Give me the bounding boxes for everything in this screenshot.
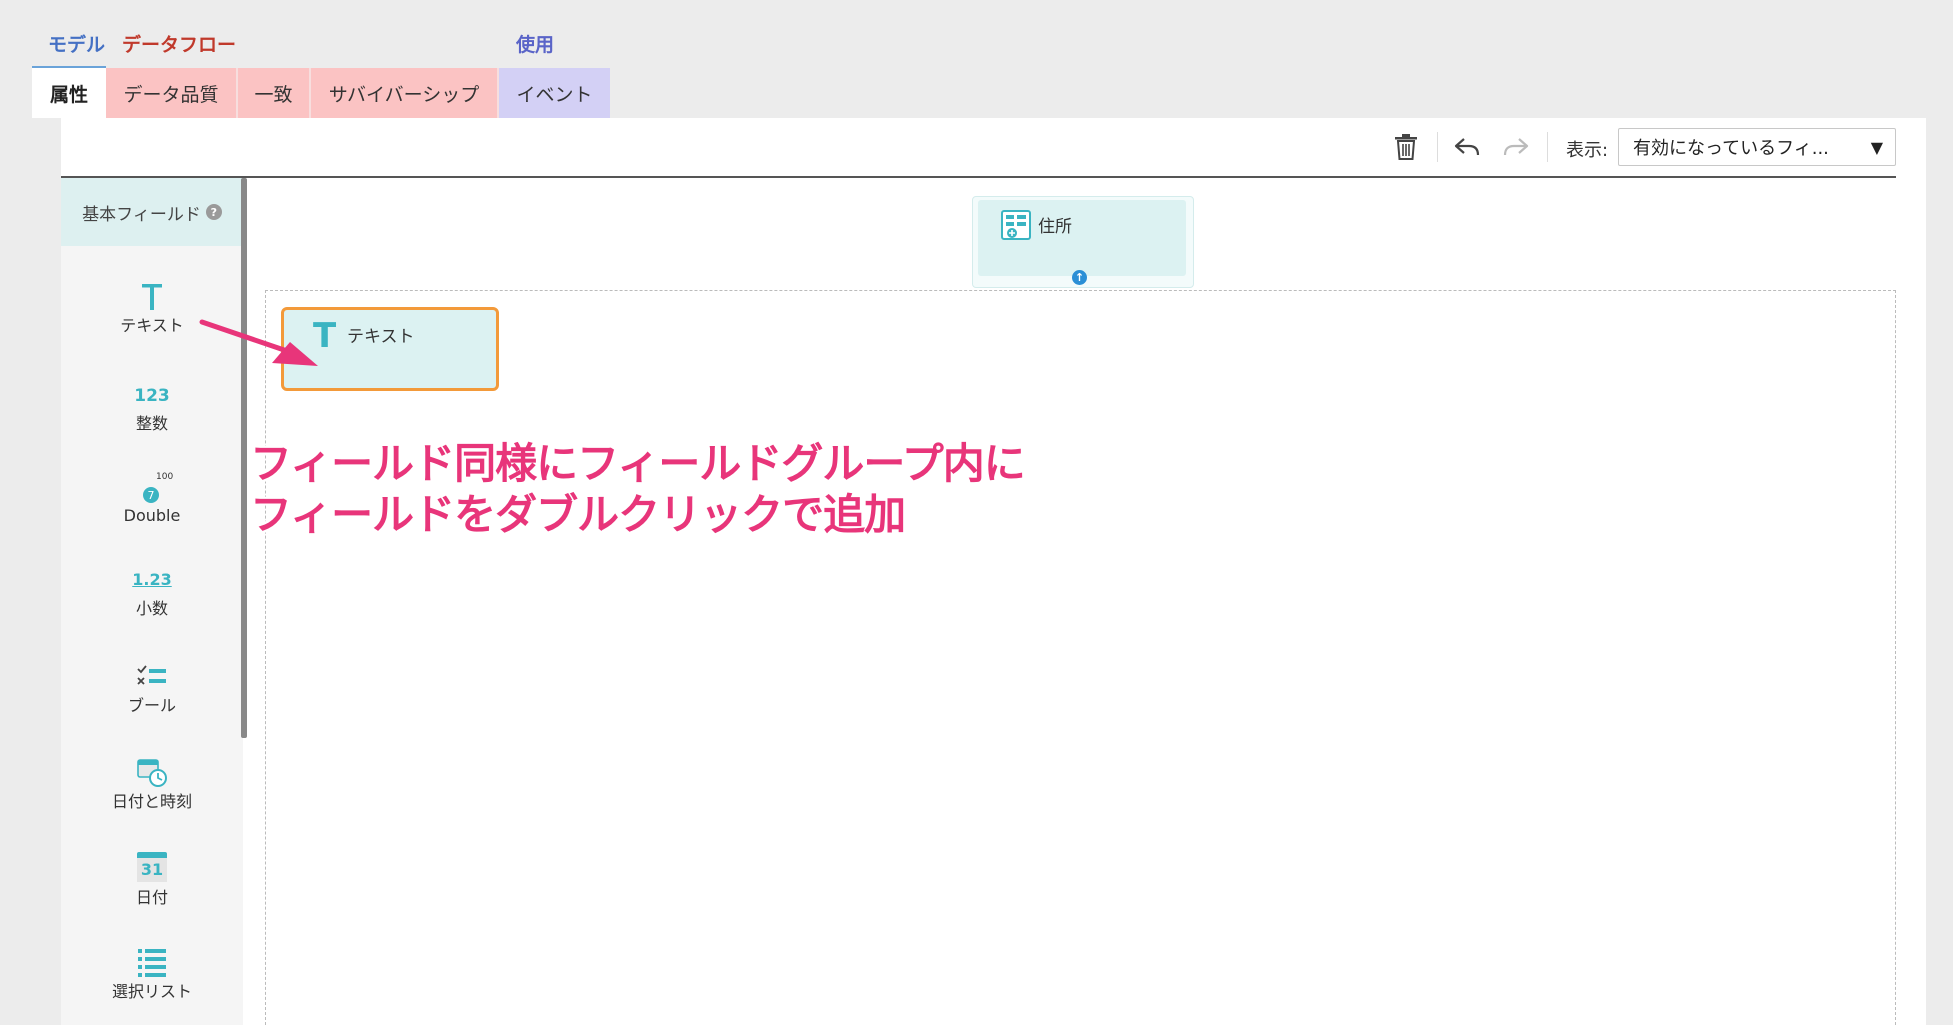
view-filter-select[interactable]: 有効になっているフィ... ▼ xyxy=(1618,128,1896,166)
palette-item-double[interactable]: 100 7 Double xyxy=(61,472,243,525)
trash-icon[interactable] xyxy=(1389,130,1423,164)
svg-text:7: 7 xyxy=(148,489,155,502)
palette-item-label: 整数 xyxy=(135,414,168,433)
annotation-arrow xyxy=(199,319,318,366)
palette-item-picklist[interactable]: 選択リスト xyxy=(61,946,243,1002)
annotation-text: フィールド同様にフィールドグループ内に フィールドをダブルクリックで追加 xyxy=(250,438,1026,540)
text-field-label: テキスト xyxy=(347,327,415,347)
decimal-type-icon: 1.23 xyxy=(132,570,172,589)
palette-item-boolean[interactable]: ブール xyxy=(61,664,243,716)
toolbar-divider xyxy=(61,176,1896,178)
annotation-line-1: フィールド同様にフィールドグループ内に xyxy=(250,439,1026,488)
tab-match[interactable]: 一致 xyxy=(238,68,311,118)
annotation-line-2: フィールドをダブルクリックで追加 xyxy=(250,490,906,539)
redo-icon[interactable] xyxy=(1499,130,1533,164)
palette-item-label: Double xyxy=(123,506,181,525)
help-icon[interactable]: ? xyxy=(205,204,222,220)
field-group-label: 住所 xyxy=(1038,217,1072,237)
text-type-icon xyxy=(142,284,162,310)
tab-events[interactable]: イベント xyxy=(499,68,610,118)
toolbar-separator xyxy=(1547,132,1548,162)
field-palette-header: 基本フィールド ? xyxy=(61,178,243,246)
datetime-icon xyxy=(137,759,167,787)
sidebar-scrollbar[interactable] xyxy=(241,178,247,738)
chevron-down-icon: ▼ xyxy=(1870,138,1883,157)
palette-item-label: 小数 xyxy=(135,599,168,618)
list-icon xyxy=(138,949,166,977)
palette-item-label: 日付と時刻 xyxy=(111,792,192,811)
palette-item-label: 日付 xyxy=(135,888,168,907)
double-type-icon: 100 7 xyxy=(61,472,243,506)
tab-survivorship[interactable]: サバイバーシップ xyxy=(311,68,499,118)
calendar-icon: 31 xyxy=(137,852,167,882)
palette-item-decimal[interactable]: 1.23 小数 xyxy=(61,570,243,619)
expand-arrow-icon[interactable]: ↑ xyxy=(1072,270,1087,285)
palette-item-label: 選択リスト xyxy=(111,982,192,1001)
category-use: 使用 xyxy=(516,34,555,56)
palette-item-datetime[interactable]: 日付と時刻 xyxy=(61,756,243,812)
category-dataflow: データフロー xyxy=(122,34,237,56)
tab-data-quality[interactable]: データ品質 xyxy=(106,68,238,118)
toolbar-separator xyxy=(1437,132,1438,162)
boolean-icon xyxy=(137,665,166,685)
view-filter-value: 有効になっているフィ... xyxy=(1633,138,1829,159)
field-group-icon xyxy=(1001,210,1031,240)
integer-type-icon: 123 xyxy=(134,386,170,406)
tab-attributes[interactable]: 属性 xyxy=(32,68,106,118)
category-model: モデル xyxy=(48,34,106,56)
palette-item-label: ブール xyxy=(127,696,176,715)
palette-item-date[interactable]: 31 日付 xyxy=(61,852,243,908)
field-palette-title: 基本フィールド xyxy=(82,204,201,225)
undo-icon[interactable] xyxy=(1450,130,1484,164)
palette-item-integer[interactable]: 123 整数 xyxy=(61,386,243,434)
view-label: 表示: xyxy=(1566,140,1609,161)
field-group-dropzone[interactable] xyxy=(265,290,1896,1025)
